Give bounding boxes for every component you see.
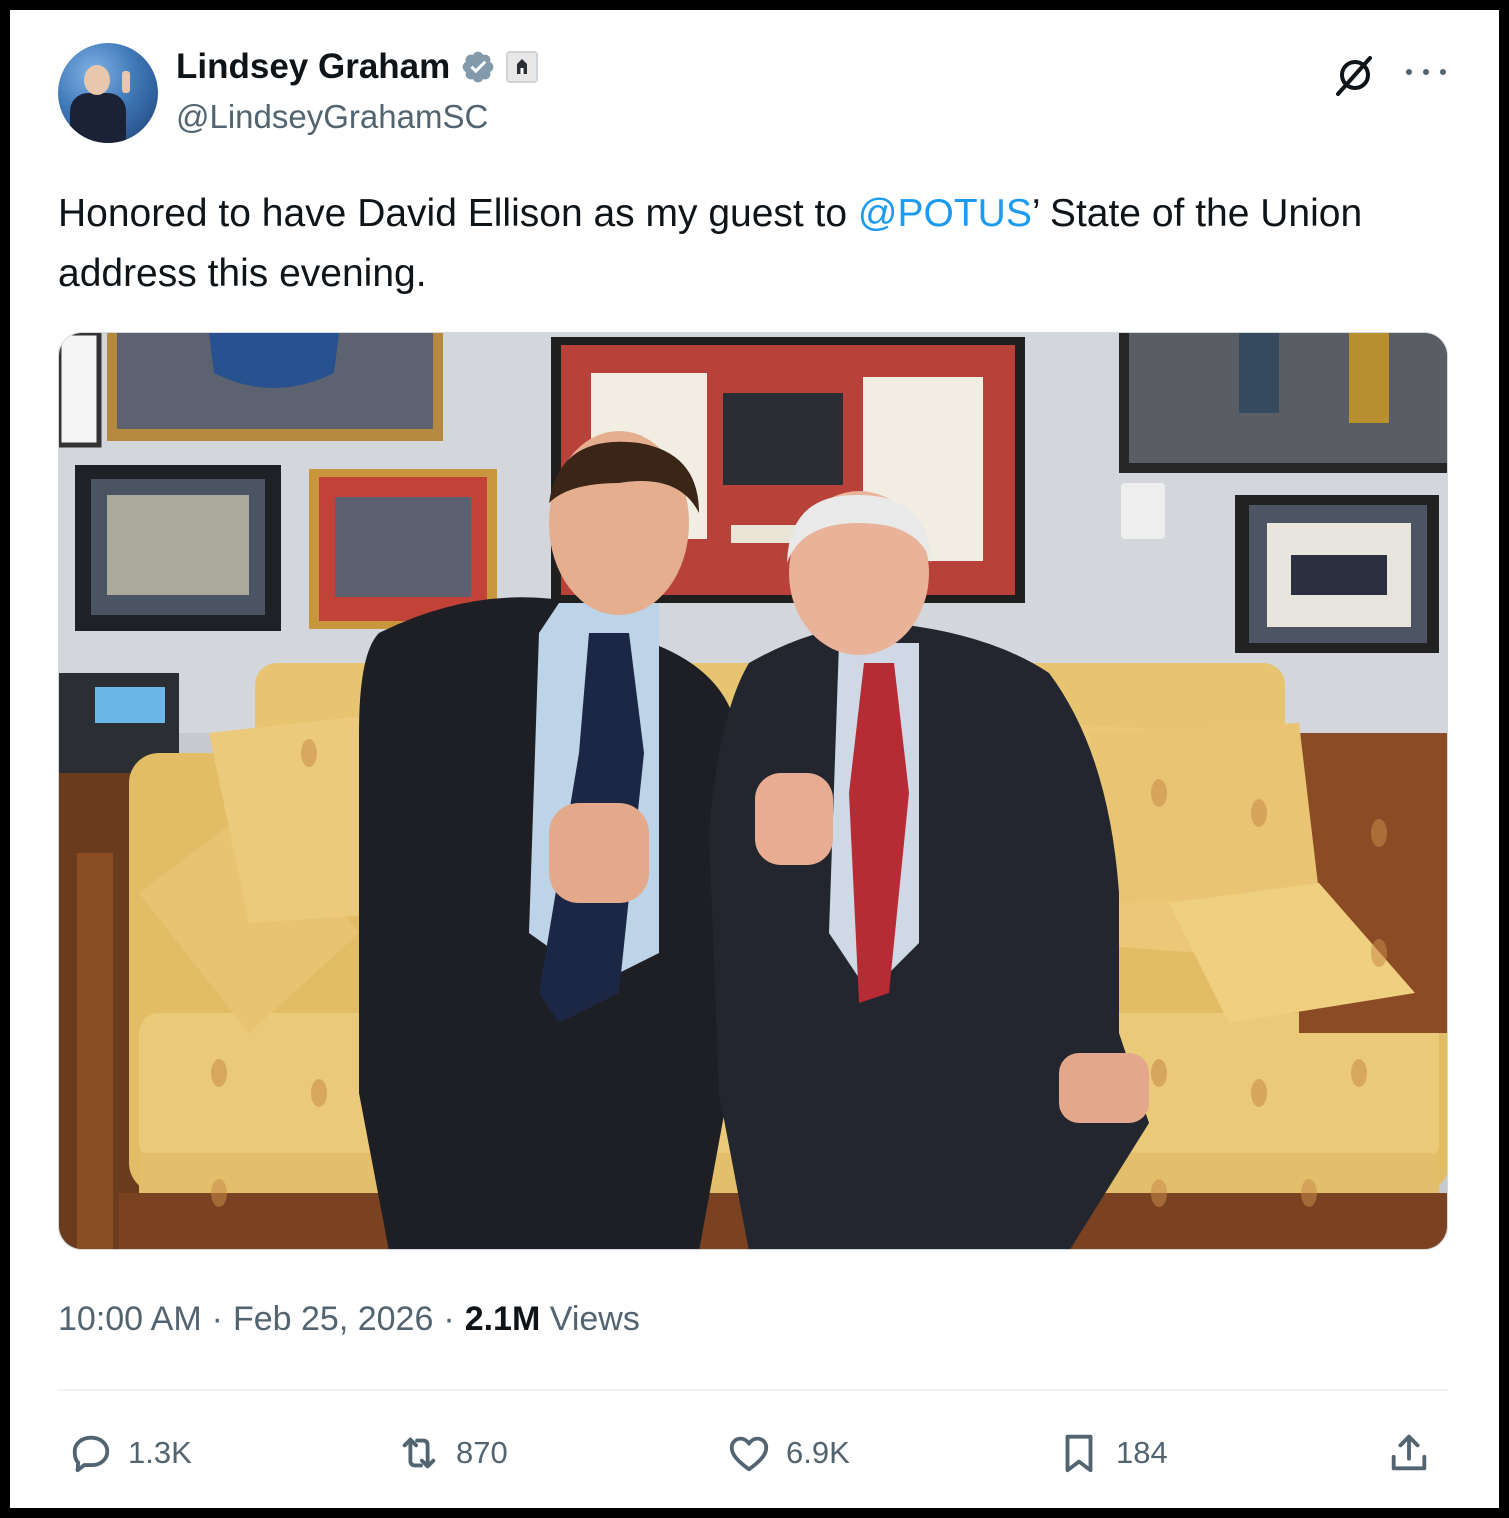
- government-affiliation-icon[interactable]: [506, 51, 539, 83]
- share-icon: [1391, 1434, 1427, 1471]
- like-count: 6.9K: [786, 1435, 850, 1470]
- reply-count: 1.3K: [128, 1435, 192, 1470]
- repost-icon: [402, 1437, 436, 1469]
- bookmark-button[interactable]: 184: [1056, 1428, 1168, 1478]
- post-time[interactable]: 10:00 AM: [58, 1300, 202, 1339]
- repost-count: 870: [456, 1435, 508, 1470]
- author-name-row: Lindsey Graham: [176, 46, 539, 88]
- author-avatar[interactable]: [58, 43, 158, 143]
- views-count: 2.1M: [464, 1300, 541, 1338]
- reply-button[interactable]: 1.3K: [68, 1428, 192, 1478]
- verified-badge-icon[interactable]: [460, 49, 496, 85]
- like-button[interactable]: 6.9K: [726, 1428, 850, 1478]
- bookmark-icon: [1065, 1434, 1093, 1473]
- post-date[interactable]: Feb 25, 2026: [233, 1300, 433, 1339]
- tweet-text-part: Honored to have David Ellison as my gues…: [58, 192, 858, 235]
- potus-mention-link[interactable]: @POTUS: [858, 192, 1032, 235]
- tweet-card: Lindsey Graham @LindseyGrahamSC Honored …: [10, 10, 1499, 1508]
- share-button[interactable]: [1386, 1428, 1432, 1478]
- tweet-photo[interactable]: [58, 332, 1448, 1250]
- tweet-text: Honored to have David Ellison as my gues…: [58, 184, 1428, 304]
- more-icon[interactable]: [1406, 62, 1446, 82]
- like-icon: [729, 1436, 769, 1472]
- reply-icon: [72, 1435, 110, 1473]
- author-handle[interactable]: @LindseyGrahamSC: [176, 98, 488, 136]
- divider: [58, 1389, 1448, 1391]
- author-name[interactable]: Lindsey Graham: [176, 47, 450, 87]
- views-label: Views: [549, 1300, 640, 1338]
- photo-illustration: [59, 333, 1447, 1249]
- grok-icon[interactable]: [1332, 52, 1378, 98]
- post-metadata: 10:00 AM · Feb 25, 2026 · 2.1M Views: [58, 1300, 640, 1339]
- bookmark-count: 184: [1116, 1435, 1168, 1470]
- meta-separator: ·: [443, 1300, 455, 1338]
- meta-separator: ·: [211, 1300, 223, 1338]
- repost-button[interactable]: 870: [396, 1428, 508, 1478]
